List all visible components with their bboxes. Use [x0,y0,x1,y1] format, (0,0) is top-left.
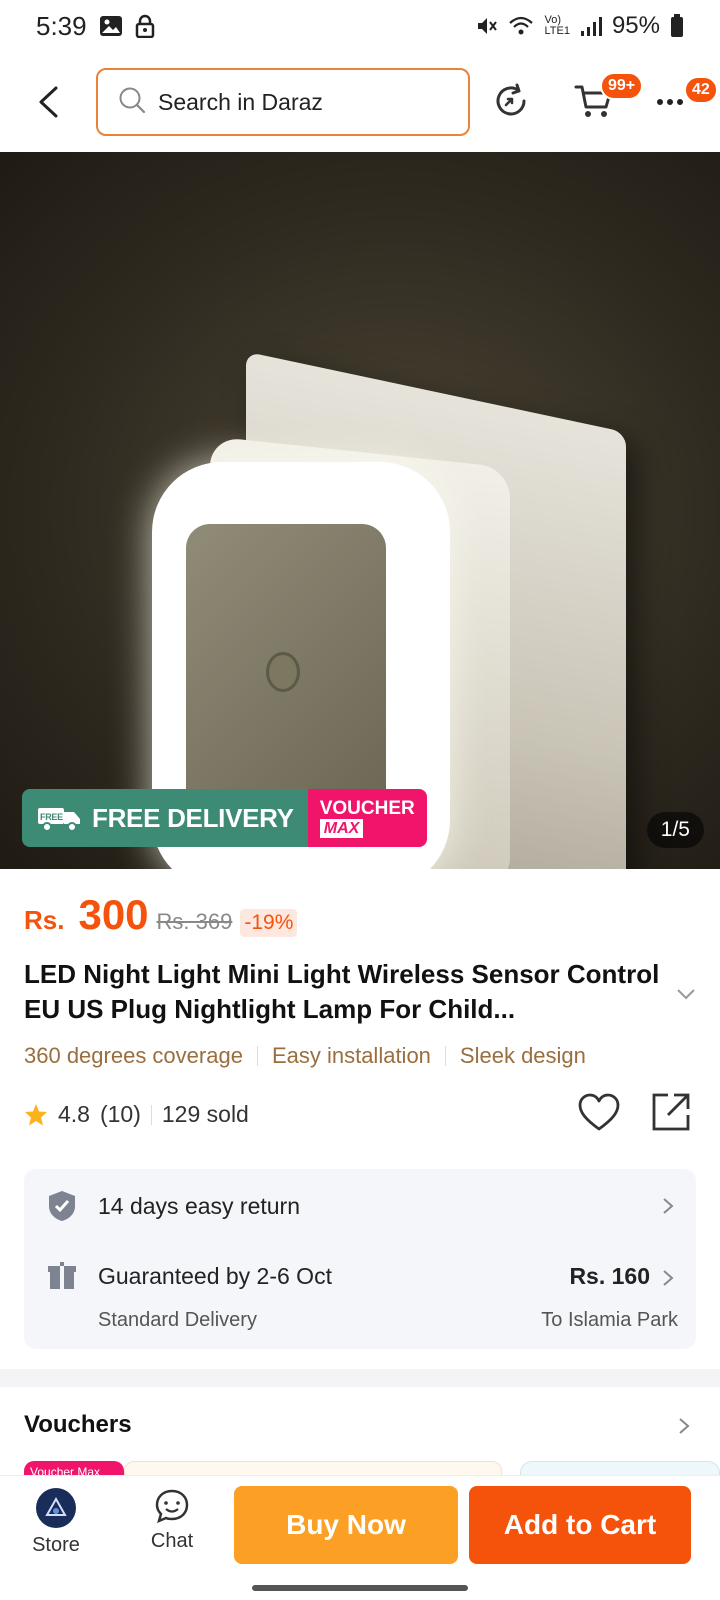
delivery-method: Standard Delivery [98,1309,257,1331]
expand-title-button[interactable] [676,987,696,1005]
delivery-fee: Rs. 160 [569,1263,650,1289]
price-value: 300 [78,891,149,938]
product-title[interactable]: LED Night Light Mini Light Wireless Sens… [24,957,664,1027]
divider [256,1046,258,1066]
store-button[interactable]: Store [16,1488,96,1557]
chevron-right-icon [663,1270,674,1286]
vouchers-chevron[interactable] [678,1417,690,1440]
buy-now-button[interactable]: Buy Now [234,1486,458,1564]
promo-banner: FREE FREE DELIVERY VOUCHER MAX [22,789,427,847]
voucher-line-2: MAX [319,818,364,838]
rating-value: 4.8 [58,1101,90,1127]
lte-icon: Vo) LTE1 [544,14,570,37]
store-label: Store [32,1534,80,1556]
gallery-icon [99,15,123,37]
share-icon [652,1093,690,1131]
share-button[interactable] [650,1091,692,1138]
free-delivery-tag: FREE FREE DELIVERY [22,789,308,847]
discount-badge: -19% [240,909,298,937]
chat-label: Chat [150,1530,194,1552]
voucher-max-tag: VOUCHER MAX [307,789,427,847]
original-price: Rs. 369 [156,909,233,934]
parcel-icon [48,1262,76,1289]
return-policy-text: 14 days easy return [98,1192,301,1219]
divider [150,1104,152,1125]
star-icon [25,1103,47,1125]
delivery-location[interactable]: To Islamia Park [541,1309,678,1332]
sold-count: 129 sold [161,1101,249,1127]
cart-count-badge: 99+ [600,72,644,100]
vouchers-section[interactable]: Vouchers Voucher Max [0,1387,720,1481]
free-tag-text: FREE [40,812,63,822]
price-currency: Rs. [24,905,65,935]
chat-button[interactable]: Chat [132,1488,212,1553]
history-button[interactable] [492,82,530,120]
bottom-action-bar: Store Chat Buy Now Add to Cart [0,1475,720,1570]
return-policy-row[interactable]: 14 days easy return [46,1189,300,1223]
image-counter: 1/5 [646,812,704,848]
top-header: Search in Daraz 99+ 42 [0,52,720,152]
search-input[interactable]: Search in Daraz [96,68,470,136]
rating-row[interactable]: 4.8 (10) 129 sold [24,1101,249,1128]
return-policy-chevron[interactable] [662,1197,674,1220]
system-nav-area [0,1570,720,1600]
refresh-icon [496,83,526,116]
status-bar: 5:39 Vo) LTE1 95% [0,0,720,52]
delivery-truck-icon: FREE [38,808,80,832]
chevron-right-icon [679,1418,690,1434]
back-button[interactable] [30,82,66,122]
rating-count: (10) [99,1101,141,1127]
delivery-guarantee-text: Guaranteed by 2-6 Oct [98,1262,332,1289]
back-arrow-icon [39,86,58,118]
add-to-cart-button[interactable]: Add to Cart [469,1486,691,1564]
mute-icon [476,15,498,37]
delivery-chevron[interactable] [662,1269,674,1292]
feature-list: 360 degrees coverage Easy installation S… [24,1043,586,1069]
signal-icon [580,15,602,37]
search-icon [118,86,146,119]
more-count-badge: 42 [684,76,718,104]
status-time: 5:39 [36,10,87,41]
product-info-section: Rs. 300 Rs. 369 -19% LED Night Light Min… [0,869,720,1369]
feature-item: Sleek design [459,1043,586,1068]
voucher-line-1: VOUCHER [319,797,415,819]
shield-check-icon [49,1191,75,1221]
lock-icon [135,14,155,38]
chevron-right-icon [663,1198,674,1214]
free-delivery-label: FREE DELIVERY [92,802,294,833]
chevron-down-icon [677,989,695,1000]
search-placeholder: Search in Daraz [158,88,323,115]
wifi-icon [508,15,534,37]
heart-icon [578,1093,620,1131]
more-button[interactable]: 42 [656,76,718,116]
battery-icon [670,14,684,38]
feature-item: Easy installation [271,1043,431,1068]
battery-percent: 95% [611,12,660,39]
divider [444,1046,446,1066]
product-image-gallery[interactable] [0,152,720,869]
feature-item: 360 degrees coverage [24,1043,243,1068]
delivery-guarantee-row[interactable]: Guaranteed by 2-6 Oct [46,1261,332,1291]
chat-icon [155,1489,189,1524]
wishlist-button[interactable] [578,1093,620,1138]
vouchers-title: Vouchers [24,1411,132,1438]
delivery-card: 14 days easy return Guaranteed by 2-6 Oc… [24,1169,696,1349]
more-dots-icon [657,99,683,105]
home-gesture-bar[interactable] [252,1585,468,1591]
cart-button[interactable]: 99+ [574,72,644,120]
price-row: Rs. 300 Rs. 369 -19% [24,891,298,939]
store-logo-icon [36,1488,76,1528]
product-photo-sensor [266,652,300,692]
